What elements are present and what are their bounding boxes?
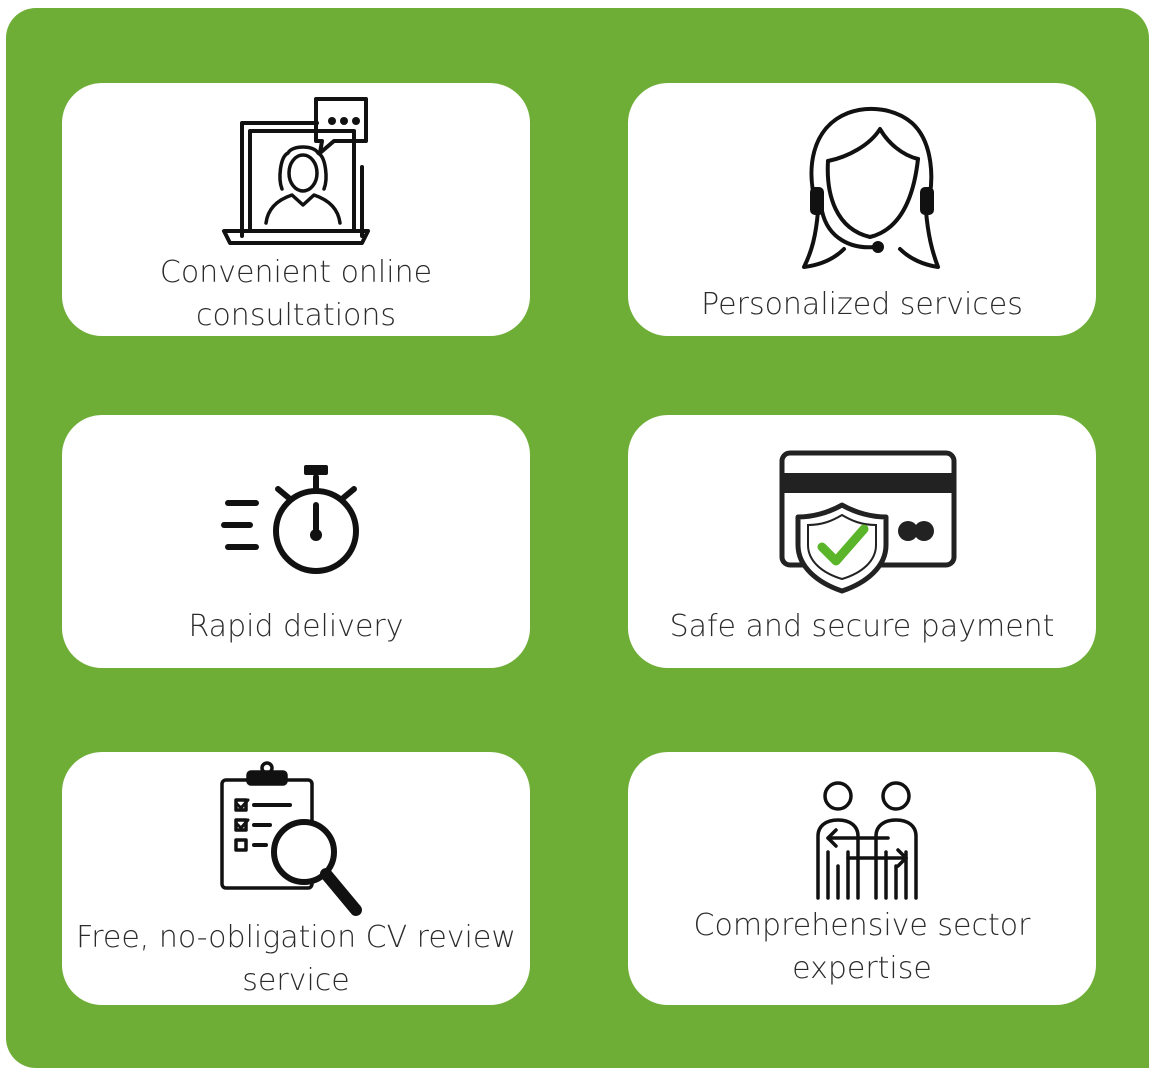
stopwatch-speed-icon [221,465,359,574]
feature-label: Comprehensive sector expertise [628,904,1096,990]
exchange-people-icon [816,781,918,900]
clipboard-search-icon [220,761,362,916]
feature-label: Rapid delivery [62,605,530,648]
feature-card-sector-expertise: Comprehensive sector expertise [628,752,1096,1005]
feature-card-online-consultations: Convenient online consultations [62,83,530,336]
feature-label-line: Personalized services [701,287,1023,322]
feature-label-line: Safe and secure payment [669,609,1055,644]
feature-card-personalized-services: Personalized services [628,83,1096,336]
feature-label: Free, no-obligation CV review service [62,916,530,1002]
feature-card-secure-payment: Safe and secure payment [628,415,1096,668]
feature-card-rapid-delivery: Rapid delivery [62,415,530,668]
feature-label-line: expertise [792,951,932,986]
secure-card-shield-icon [779,450,957,594]
online-consultation-icon [222,97,370,245]
headset-agent-icon [802,106,940,269]
feature-label-line: service [242,963,350,998]
feature-card-cv-review: Free, no-obligation CV review service [62,752,530,1005]
feature-label-line: consultations [195,298,397,333]
feature-label: Personalized services [628,283,1096,326]
feature-label-line: Rapid delivery [188,609,404,644]
feature-label-line: Convenient online [159,255,433,290]
feature-label-line: Comprehensive sector [693,908,1031,943]
feature-label-line: Free, no-obligation CV review [76,920,516,955]
feature-label: Convenient online consultations [62,251,530,336]
feature-label: Safe and secure payment [628,605,1096,648]
